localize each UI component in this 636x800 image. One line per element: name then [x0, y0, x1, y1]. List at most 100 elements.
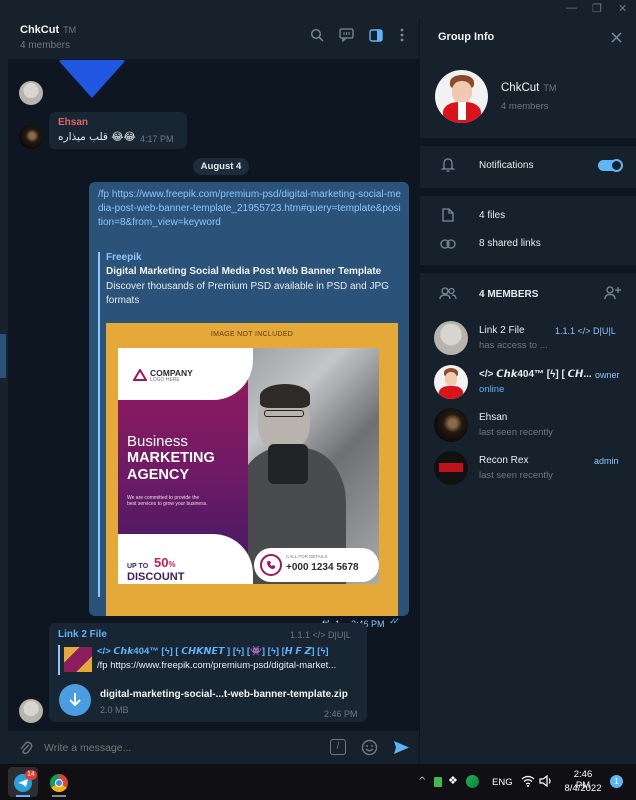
emoji-icon[interactable] — [361, 739, 378, 756]
member-row[interactable]: Ehsan last seen recently — [420, 405, 636, 445]
sender-badge: 1.1.1 </> D|U|L — [290, 630, 351, 640]
tray-expand-icon[interactable]: ^ — [418, 776, 426, 787]
files-link[interactable]: 4 files — [479, 210, 505, 221]
avatar[interactable] — [19, 81, 43, 105]
member-tag: admin — [594, 456, 619, 466]
banner-business: Business — [127, 433, 188, 450]
banner-phone: +000 1234 5678 — [286, 562, 359, 573]
tray-language[interactable]: ENG — [492, 777, 513, 788]
banner-percent: 50% — [154, 555, 176, 570]
member-name: Recon Rex — [479, 455, 529, 466]
notifications-label: Notifications — [479, 160, 534, 171]
avatar-ehsan[interactable] — [19, 125, 43, 149]
divider — [420, 265, 636, 273]
preview-title: Digital Marketing Social Media Post Web … — [106, 266, 382, 277]
panel-title: Group Info — [438, 31, 495, 43]
member-status: last seen recently — [479, 427, 553, 438]
banner-percent-value: 50 — [154, 555, 169, 570]
comments-icon[interactable] — [337, 28, 355, 46]
member-avatar — [434, 451, 468, 485]
rail-scroll-thumb[interactable] — [0, 334, 6, 378]
group-avatar[interactable] — [435, 70, 488, 123]
chat-header[interactable]: ChkCut TM 4 members — [8, 18, 419, 60]
member-row[interactable]: Recon Rex last seen recently admin — [420, 448, 636, 488]
telegram-app: ChkCut TM 4 members Ehsan قلب میذاره 😂😂 4… — [0, 18, 636, 764]
member-row[interactable]: </> 𝘾𝙝𝙠404™ [ϟ] [ 𝘾𝙃... online owner — [420, 362, 636, 402]
avatar-link2file[interactable] — [19, 699, 43, 723]
banner-percent-sign: % — [168, 560, 176, 569]
sender-name: Ehsan — [58, 117, 89, 128]
clock-date[interactable]: 8/4/2022 — [563, 783, 603, 794]
notification-center-badge[interactable]: 1 — [610, 775, 623, 788]
wifi-icon[interactable] — [521, 775, 535, 787]
chat-title-tm: TM — [63, 25, 77, 35]
reply-title[interactable]: </> 𝘾𝙝𝙠404™ [ϟ] [ 𝘾𝙃𝙆𝙉𝙀𝙏 ] [ϟ] [👾] [ϟ] [… — [97, 646, 329, 657]
add-member-icon[interactable] — [604, 286, 621, 300]
message-ehsan[interactable]: Ehsan قلب میذاره 😂😂 4:17 PM — [49, 112, 187, 149]
reply-bar — [58, 645, 60, 675]
company-logo-icon — [133, 369, 147, 381]
sidebar-toggle-icon[interactable] — [367, 28, 385, 46]
telegram-unread-badge: 14 — [25, 770, 37, 780]
banner-company-sub: LOGO HERE — [150, 377, 180, 383]
tray-usb-icon[interactable] — [434, 777, 442, 787]
preview-site: Freepik — [106, 252, 142, 263]
bell-icon — [441, 158, 455, 172]
member-row[interactable]: Link 2 File has access to ... 1.1.1 </> … — [420, 318, 636, 358]
volume-icon[interactable] — [539, 775, 553, 787]
member-name: </> 𝘾𝙝𝙠404™ [ϟ] [ 𝘾𝙃... — [479, 369, 592, 380]
date-separator: August 4 — [193, 158, 249, 175]
message-time: 4:17 PM — [140, 134, 174, 144]
composer: / — [8, 730, 419, 764]
taskbar-chrome[interactable] — [44, 767, 74, 797]
member-avatar — [434, 408, 468, 442]
message-outgoing[interactable]: /fp https://www.freepik.com/premium-psd/… — [89, 182, 409, 629]
sticker-partial[interactable] — [58, 60, 126, 98]
file-size: 2.0 MB — [100, 705, 129, 715]
banner-phone-pill: CALL FOR DETAILS +000 1234 5678 — [254, 548, 379, 582]
file-name[interactable]: digital-marketing-social-...t-web-banner… — [100, 689, 348, 700]
more-icon[interactable] — [393, 28, 411, 46]
reply-text[interactable]: /fp https://www.freepik.com/premium-psd/… — [97, 660, 362, 671]
divider — [420, 138, 636, 146]
shared-links-link[interactable]: 8 shared links — [479, 238, 541, 249]
tray-dropbox-icon[interactable]: ❖ — [448, 774, 458, 787]
member-tag: owner — [595, 370, 620, 380]
chrome-icon — [50, 774, 68, 792]
minimize-button[interactable]: — — [566, 2, 577, 14]
reply-thumb — [64, 647, 92, 672]
tray-sync-icon[interactable] — [466, 775, 479, 788]
download-button[interactable] — [59, 684, 91, 716]
taskbar-telegram[interactable]: 14 — [8, 767, 38, 797]
message-time: 2:46 PM — [324, 709, 358, 719]
window-titlebar: — ❐ ✕ — [0, 0, 636, 18]
close-window-button[interactable]: ✕ — [618, 2, 627, 15]
chat-title-text: ChkCut — [20, 24, 60, 36]
message-input[interactable] — [44, 739, 314, 757]
maximize-button[interactable]: ❐ — [592, 2, 602, 15]
member-status: last seen recently — [479, 470, 553, 481]
link-icon — [440, 239, 456, 249]
message-link2file[interactable]: Link 2 File 1.1.1 </> D|U|L </> 𝘾𝙝𝙠404™ … — [49, 623, 367, 722]
bot-command-icon[interactable]: / — [330, 739, 346, 755]
taskbar: 14 ^ ❖ ENG 2:46 PM 8/4/2022 1 — [0, 764, 636, 800]
message-link[interactable]: /fp https://www.freepik.com/premium-psd/… — [98, 188, 402, 230]
member-avatar — [434, 321, 468, 355]
preview-bar — [98, 252, 100, 597]
members-header: 4 MEMBERS — [479, 289, 539, 300]
search-icon[interactable] — [308, 28, 326, 46]
close-icon[interactable] — [611, 32, 622, 43]
member-status: has access to ... — [479, 340, 548, 351]
group-member-count: 4 members — [501, 101, 549, 112]
attach-icon[interactable] — [19, 740, 33, 756]
dialogs-rail — [0, 18, 8, 764]
banner-agency: AGENCY — [127, 467, 190, 483]
preview-image[interactable]: IMAGE NOT INCLUDED COMPANY LOGO HERE Bus… — [106, 323, 398, 616]
chat-area: ChkCut TM 4 members Ehsan قلب میذاره 😂😂 4… — [8, 18, 419, 764]
member-status: online — [479, 384, 505, 395]
send-icon[interactable] — [393, 739, 410, 756]
group-info-panel: Group Info ChkCut TM 4 members Notificati… — [419, 18, 636, 764]
preview-description: Discover thousands of Premium PSD availa… — [106, 281, 389, 306]
member-name: Link 2 File — [479, 325, 525, 336]
notifications-toggle[interactable] — [598, 159, 623, 172]
